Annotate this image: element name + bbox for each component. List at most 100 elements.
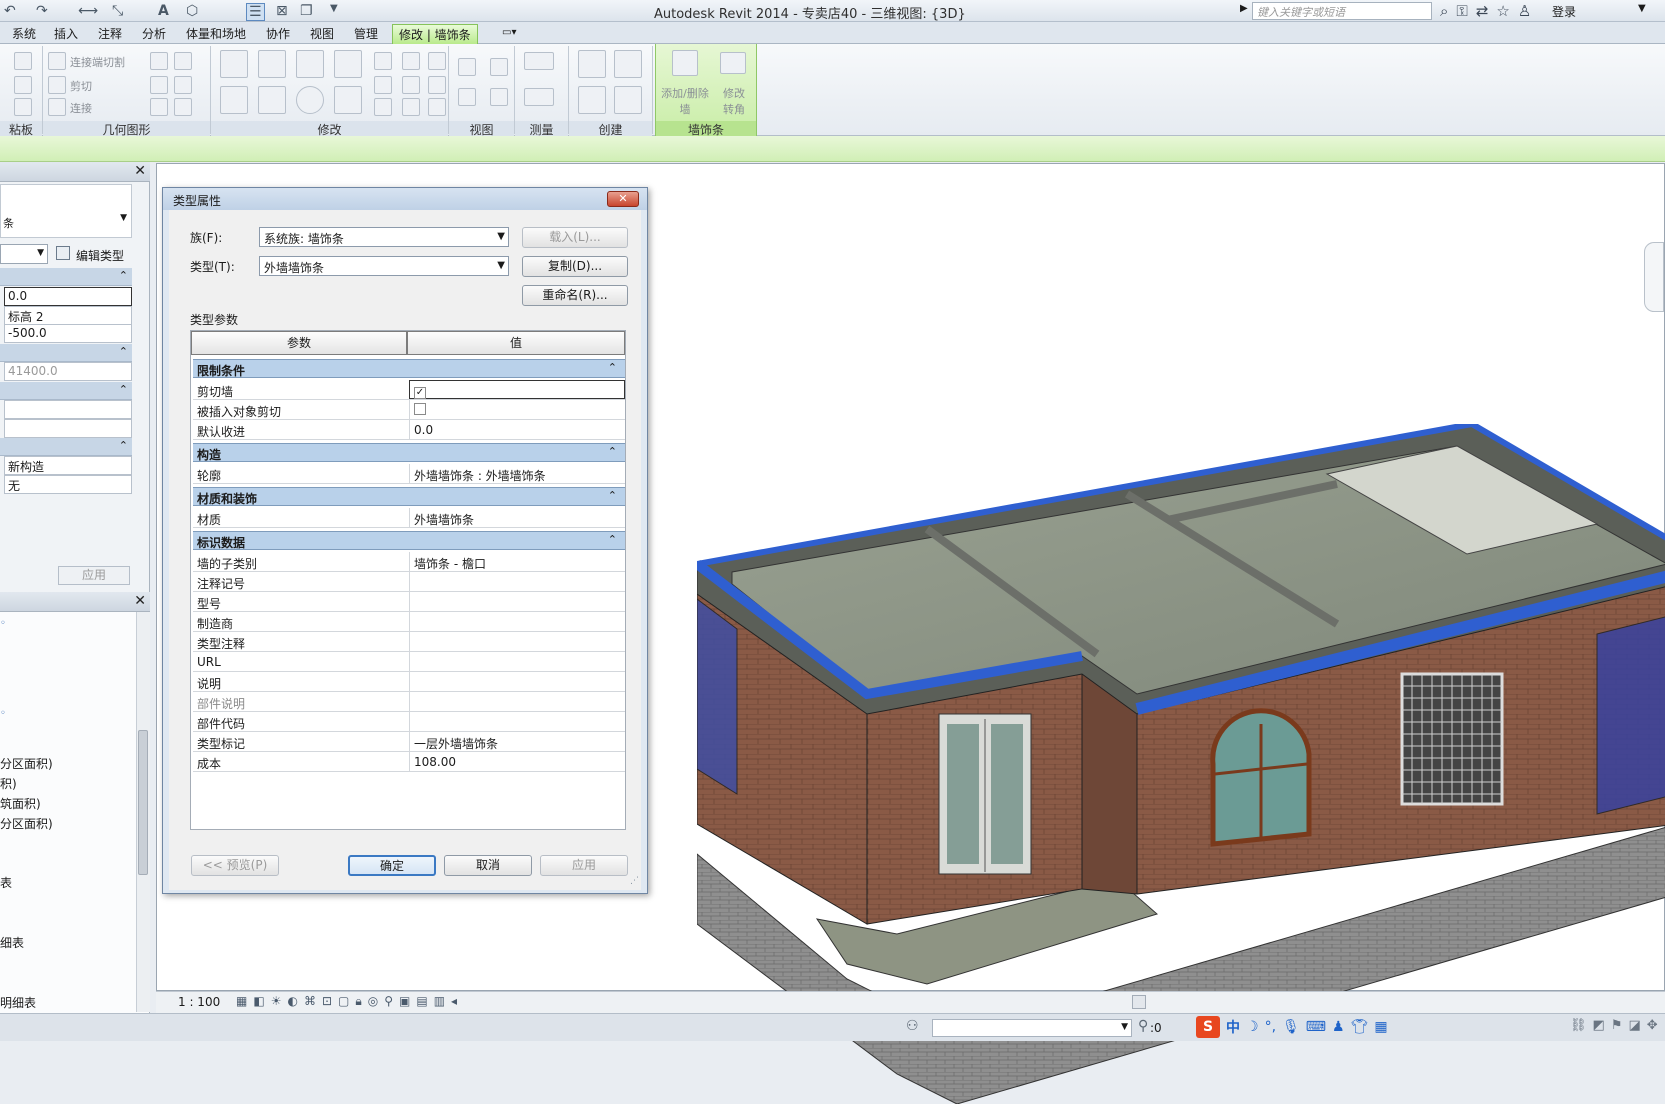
user-icon[interactable]: ♙ — [1518, 2, 1531, 20]
table-row[interactable]: 被插入对象剪切 — [193, 400, 625, 420]
param-value[interactable] — [409, 592, 625, 611]
duplicate-button[interactable]: 复制(D)... — [522, 256, 628, 277]
tree-expander-icon[interactable]: ◦ — [0, 618, 6, 629]
tab-manage[interactable]: 管理 — [354, 25, 378, 42]
binoculars-icon[interactable]: ⌕ — [1440, 2, 1448, 20]
props-field-level[interactable]: 标高 2 — [4, 306, 132, 325]
star-icon[interactable]: ☆ — [1496, 2, 1509, 20]
pin-icon[interactable] — [428, 52, 446, 70]
skin-icon[interactable]: 👕︎ — [1351, 1019, 1369, 1035]
tab-collaborate[interactable]: 协作 — [266, 25, 290, 42]
table-row[interactable]: 说明 — [193, 672, 625, 692]
ribbon-minimize-icon[interactable]: ▭▾ — [502, 27, 516, 38]
text-icon[interactable]: A — [158, 3, 169, 19]
dialog-apply-button[interactable]: 应用 — [540, 855, 628, 876]
props-group-identity[interactable]: ⌃ — [0, 382, 132, 400]
render-icon[interactable]: ⌘ — [304, 994, 316, 1009]
table-row[interactable]: 制造商 — [193, 612, 625, 632]
trim-multiple-icon[interactable] — [402, 98, 420, 116]
load-button[interactable]: 载入(L)... — [522, 227, 628, 248]
create-assembly-icon[interactable] — [578, 86, 606, 114]
login-dropdown-icon[interactable]: ▼ — [1638, 3, 1646, 14]
table-row[interactable]: URL — [193, 652, 625, 672]
trim-single-icon[interactable] — [374, 98, 392, 116]
measure-icon[interactable]: ⟷ — [78, 3, 98, 19]
tree-expander-icon[interactable]: ◦ — [0, 708, 6, 719]
moon-icon[interactable]: ☽ — [1246, 1019, 1259, 1035]
login-button[interactable]: 登录 — [1552, 3, 1576, 20]
tab-modify-wall-sweep[interactable]: 修改 | 墙饰条 — [392, 24, 478, 44]
mirror-draw-icon[interactable] — [334, 50, 362, 78]
table-row[interactable]: 部件代码 — [193, 712, 625, 732]
group-constraints[interactable]: 限制条件 ⌃ — [193, 359, 625, 378]
group-construction[interactable]: 构造 ⌃ — [193, 443, 625, 462]
close-icon[interactable]: ✕ — [134, 593, 146, 609]
props-field-phase-created[interactable]: 新构造 — [4, 456, 132, 475]
cut-icon[interactable] — [14, 52, 32, 70]
table-row[interactable]: 型号 — [193, 592, 625, 612]
help-search-input[interactable]: 键入关键字或短语 — [1252, 2, 1432, 20]
param-value[interactable]: 一层外墙墙饰条 — [409, 732, 625, 751]
hide-in-view-icon[interactable] — [458, 58, 476, 76]
param-value[interactable]: 外墙墙饰条 — [409, 508, 625, 527]
3d-view-icon[interactable]: ⬡ — [186, 3, 198, 19]
props-group-constraints[interactable]: ⌃ — [0, 268, 132, 286]
create-similar-icon[interactable] — [614, 86, 642, 114]
preview-button[interactable]: << 预览(P) — [191, 855, 279, 876]
close-hidden-icon[interactable]: ⊠ — [276, 3, 288, 19]
aligned-dimension-icon[interactable] — [524, 52, 554, 70]
user-center-icon[interactable]: ♟ — [1332, 1019, 1345, 1035]
props-field-phase-demolished[interactable]: 无 — [4, 475, 132, 494]
edit-type-button[interactable]: 编辑类型 — [76, 247, 124, 264]
table-row[interactable]: 注释记号 — [193, 572, 625, 592]
scroll-left-icon[interactable]: ◂ — [451, 994, 457, 1009]
props-field-offset[interactable]: 0.0 — [4, 287, 132, 306]
paste-icon[interactable] — [14, 98, 32, 116]
detail-level-icon[interactable]: ▦ — [236, 994, 247, 1009]
edit-type-icon[interactable] — [56, 246, 70, 260]
tab-view[interactable]: 视图 — [310, 25, 334, 42]
key-icon[interactable]: ⚿ — [1456, 2, 1467, 20]
param-value[interactable]: 108.00 — [409, 752, 625, 771]
param-value[interactable]: 0.0 — [409, 420, 625, 439]
cut-button[interactable]: 剪切 — [70, 78, 92, 94]
param-value-checkbox[interactable]: ✓ — [409, 380, 625, 399]
copy-element-icon[interactable] — [258, 86, 286, 114]
param-value[interactable] — [409, 672, 625, 691]
switch-windows-icon[interactable]: ❐ — [300, 3, 313, 19]
table-row[interactable]: 墙的子类别 墙饰条 - 檐口 — [193, 552, 625, 572]
column-header-parameter[interactable]: 参数 — [191, 331, 407, 355]
table-row[interactable]: 剪切墙 ✓ — [193, 380, 625, 400]
browser-item[interactable]: 分区面积) — [0, 815, 53, 832]
punctuation-icon[interactable]: °, — [1265, 1019, 1276, 1035]
workset-field[interactable]: ▼ — [932, 1019, 1132, 1037]
props-field-comments[interactable] — [4, 419, 132, 438]
table-row[interactable]: 成本 108.00 — [193, 752, 625, 772]
create-part-icon[interactable] — [578, 50, 606, 78]
sogou-logo-icon[interactable]: S — [1196, 1016, 1220, 1038]
qat-dropdown-icon[interactable]: ▼ — [330, 3, 338, 14]
param-value[interactable]: 外墙墙饰条 : 外墙墙饰条 — [409, 464, 625, 483]
redo-icon[interactable]: ↷ — [36, 3, 48, 19]
modify-returns-button[interactable]: 修改转角 — [720, 86, 748, 118]
unpin-icon[interactable] — [428, 76, 446, 94]
wall-joins-icon[interactable] — [150, 52, 168, 70]
microphone-icon[interactable]: 🎙︎ — [1282, 1019, 1300, 1035]
cancel-button[interactable]: 取消 — [444, 855, 532, 876]
group-materials[interactable]: 材质和装饰 ⌃ — [193, 487, 625, 506]
horizontal-scroll-thumb[interactable] — [1132, 995, 1146, 1009]
table-row[interactable]: 默认收进 0.0 — [193, 420, 625, 440]
dialog-close-button[interactable]: ✕ — [607, 191, 639, 207]
worksets-icon[interactable]: ⚇ — [906, 1018, 919, 1034]
browser-item[interactable]: 细表 — [0, 934, 24, 951]
close-icon[interactable]: ✕ — [134, 163, 146, 179]
browser-item[interactable]: 积) — [0, 775, 17, 792]
mirror-axis-icon[interactable] — [296, 50, 324, 78]
family-combo[interactable]: 系统族: 墙饰条 ▼ — [259, 227, 509, 247]
props-apply-button[interactable]: 应用 — [58, 566, 130, 585]
select-underlay-icon[interactable]: ◩ — [1593, 1018, 1605, 1033]
override-graphics-icon[interactable] — [490, 58, 508, 76]
instance-filter-combo[interactable]: ▼ — [0, 244, 48, 264]
table-row[interactable]: 材质 外墙墙饰条 — [193, 508, 625, 528]
browser-item[interactable]: 分区面积) — [0, 755, 53, 772]
